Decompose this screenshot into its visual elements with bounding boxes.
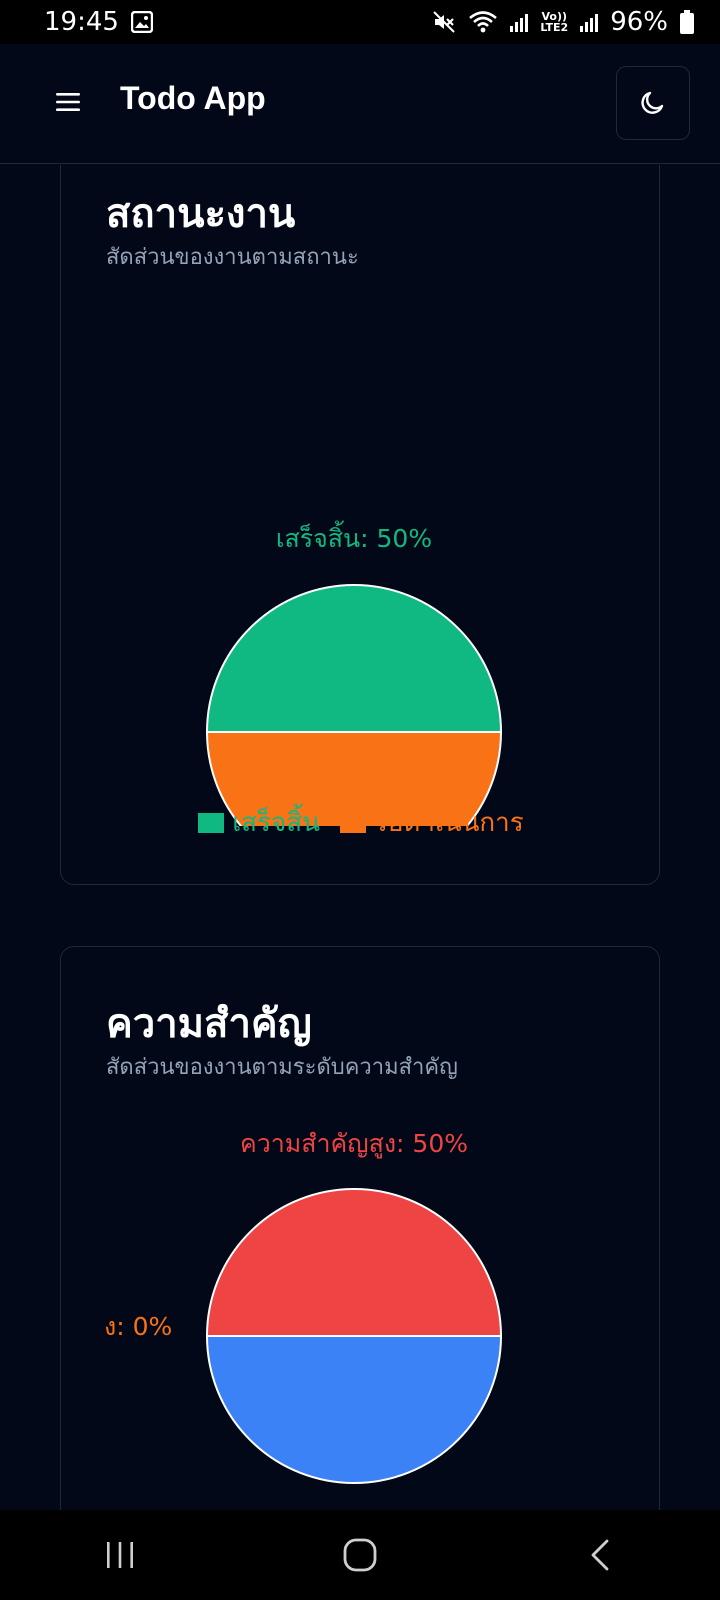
status-right: Vo)) LTE2 96% [432, 7, 694, 37]
screen: 19:45 Vo)) LTE2 96% Todo App สถานะงาน สั… [0, 0, 720, 1600]
back-icon [591, 1539, 609, 1571]
dashboard-content[interactable]: สถานะงาน สัดส่วนของงานตามสถานะ เสร็จสิ้น… [0, 165, 720, 1510]
navigation-bar [0, 1510, 720, 1600]
battery-percent: 96% [610, 7, 668, 37]
mute-icon [432, 10, 456, 34]
priority-pie-chart: ความสำคัญสูง: 50% ง: 0% [104, 1129, 503, 1484]
theme-toggle-button[interactable] [616, 66, 690, 140]
network-label: Vo)) LTE2 [540, 11, 568, 33]
legend-label: รอดำเนินการ [373, 808, 524, 838]
signal-icon [510, 12, 529, 32]
recent-apps-button[interactable] [70, 1520, 170, 1590]
recent-apps-icon [107, 1542, 133, 1568]
legend-label: เสร็จสิ้น [232, 808, 320, 838]
pie-data-label: เสร็จสิ้น: 50% [276, 520, 432, 553]
gallery-icon [130, 11, 153, 33]
menu-button[interactable] [50, 84, 86, 120]
battery-icon [680, 10, 694, 34]
signal-icon [580, 12, 599, 32]
pie-slice[interactable] [205, 584, 503, 733]
pie-data-label: ง: 0% [104, 1312, 172, 1341]
status-bar: 19:45 Vo)) LTE2 96% [0, 0, 720, 44]
app-bar: Todo App [0, 44, 720, 164]
status-pie-chart: เสร็จสิ้น: 50%รอดำเนินการ: 50% [205, 520, 503, 826]
home-button[interactable] [310, 1520, 410, 1590]
menu-icon [56, 93, 80, 111]
legend-swatch [198, 812, 225, 833]
moon-icon [641, 91, 664, 114]
pie-slice[interactable] [205, 1335, 503, 1484]
status-left: 19:45 [44, 7, 153, 37]
status-time: 19:45 [44, 7, 119, 37]
network-label-bottom: LTE2 [540, 21, 569, 34]
legend-item-done[interactable]: เสร็จสิ้น [198, 802, 320, 843]
status-card: สถานะงาน สัดส่วนของงานตามสถานะ เสร็จสิ้น… [60, 165, 660, 885]
pie-slice[interactable] [205, 1188, 503, 1337]
pie-data-label: ความสำคัญสูง: 50% [240, 1129, 468, 1159]
back-button[interactable] [550, 1520, 650, 1590]
chart-legend: เสร็จสิ้น รอดำเนินการ [61, 802, 661, 843]
legend-swatch [339, 812, 366, 833]
priority-card: ความสำคัญ สัดส่วนของงานตามระดับความสำคัญ… [60, 946, 660, 1510]
app-title: Todo App [120, 80, 266, 116]
legend-item-pending[interactable]: รอดำเนินการ [339, 802, 524, 843]
home-icon [343, 1538, 377, 1572]
wifi-icon [468, 10, 498, 34]
